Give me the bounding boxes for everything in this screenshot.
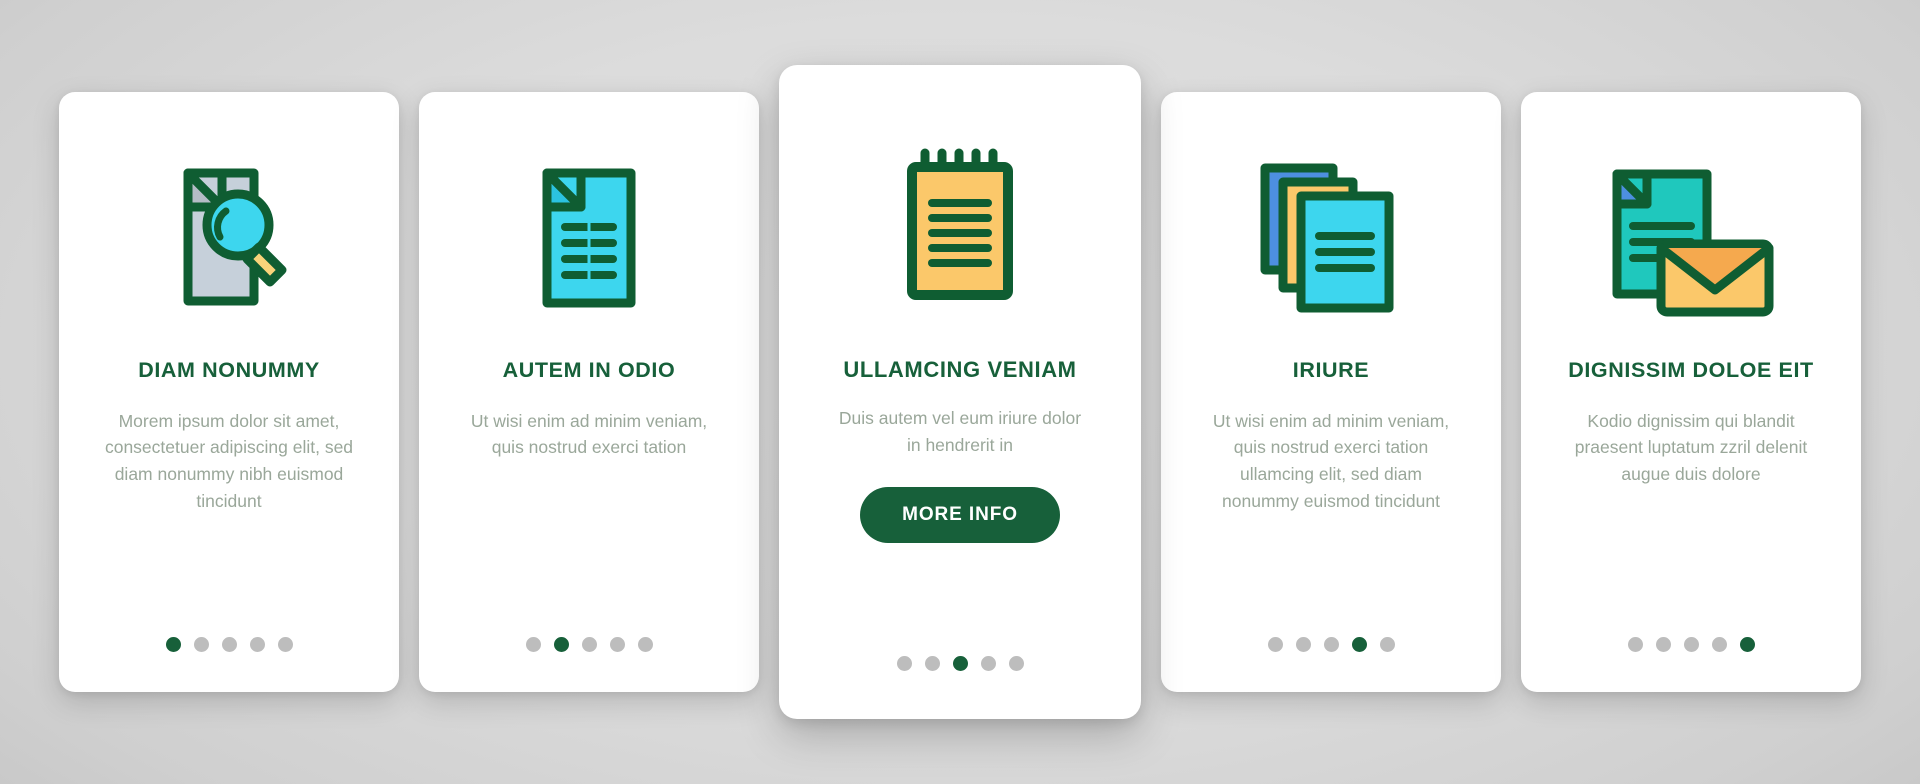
pagination-dot-2[interactable] [1655,637,1671,652]
notepad-icon [801,101,1119,351]
pagination-dots[interactable] [1521,637,1861,652]
pagination-dot-2[interactable] [193,637,209,652]
document-envelope-icon [1543,122,1839,352]
pagination-dot-4[interactable] [1711,637,1727,652]
pagination-dot-3[interactable] [581,637,597,652]
pagination-dot-4[interactable] [249,637,265,652]
pagination-dot-5[interactable] [277,637,293,652]
pagination-dot-5[interactable] [1008,656,1024,671]
pagination-dot-4[interactable] [980,656,996,671]
pagination-dot-5[interactable] [637,637,653,652]
more-info-button[interactable]: MORE INFO [860,486,1060,543]
pagination-dots[interactable] [1161,637,1501,652]
pagination-dots[interactable] [59,637,399,652]
onboarding-card-2[interactable]: AUTEM IN ODIO Ut wisi enim ad minim veni… [419,92,759,692]
document-search-icon [81,122,377,352]
card-title: AUTEM IN ODIO [502,358,676,382]
onboarding-card-1[interactable]: DIAM NONUMMY Morem ipsum dolor sit amet,… [59,92,399,692]
pagination-dot-3[interactable] [1683,637,1699,652]
pagination-dot-1[interactable] [1267,637,1283,652]
pagination-dots[interactable] [419,637,759,652]
pagination-dot-3[interactable] [952,656,968,671]
onboarding-carousel: DIAM NONUMMY Morem ipsum dolor sit amet,… [0,0,1920,784]
card-body: Ut wisi enim ad minim veniam, quis nostr… [1212,410,1450,511]
card-body: Kodio dignissim qui blandit praesent lup… [1574,410,1808,484]
pagination-dot-5[interactable] [1379,637,1395,652]
document-stack-icon [1183,122,1479,352]
pagination-dots[interactable] [779,656,1141,671]
document-lines-icon [441,122,737,352]
pagination-dot-2[interactable] [553,637,569,652]
pagination-dot-2[interactable] [1295,637,1311,652]
pagination-dot-1[interactable] [525,637,541,652]
card-body: Duis autem vel eum iriure dolor in hendr… [838,408,1082,455]
pagination-dot-1[interactable] [1627,637,1643,652]
pagination-dot-4[interactable] [609,637,625,652]
pagination-dot-3[interactable] [221,637,237,652]
onboarding-card-4[interactable]: IRIURE Ut wisi enim ad minim veniam, qui… [1161,92,1501,692]
pagination-dot-5[interactable] [1739,637,1755,652]
onboarding-card-5[interactable]: DIGNISSIM DOLOE EIT Kodio dignissim qui … [1521,92,1861,692]
card-title: DIGNISSIM DOLOE EIT [1568,358,1814,382]
pagination-dot-4[interactable] [1351,637,1367,652]
pagination-dot-3[interactable] [1323,637,1339,652]
card-body: Ut wisi enim ad minim veniam, quis nostr… [470,410,708,458]
onboarding-card-3[interactable]: ULLAMCING VENIAM Duis autem vel eum iriu… [779,65,1141,719]
pagination-dot-2[interactable] [924,656,940,671]
pagination-dot-1[interactable] [165,637,181,652]
pagination-dot-1[interactable] [896,656,912,671]
card-title: ULLAMCING VENIAM [843,357,1077,382]
card-title: DIAM NONUMMY [138,358,320,382]
card-body: Morem ipsum dolor sit amet, consectetuer… [104,410,354,511]
card-title: IRIURE [1292,358,1370,382]
